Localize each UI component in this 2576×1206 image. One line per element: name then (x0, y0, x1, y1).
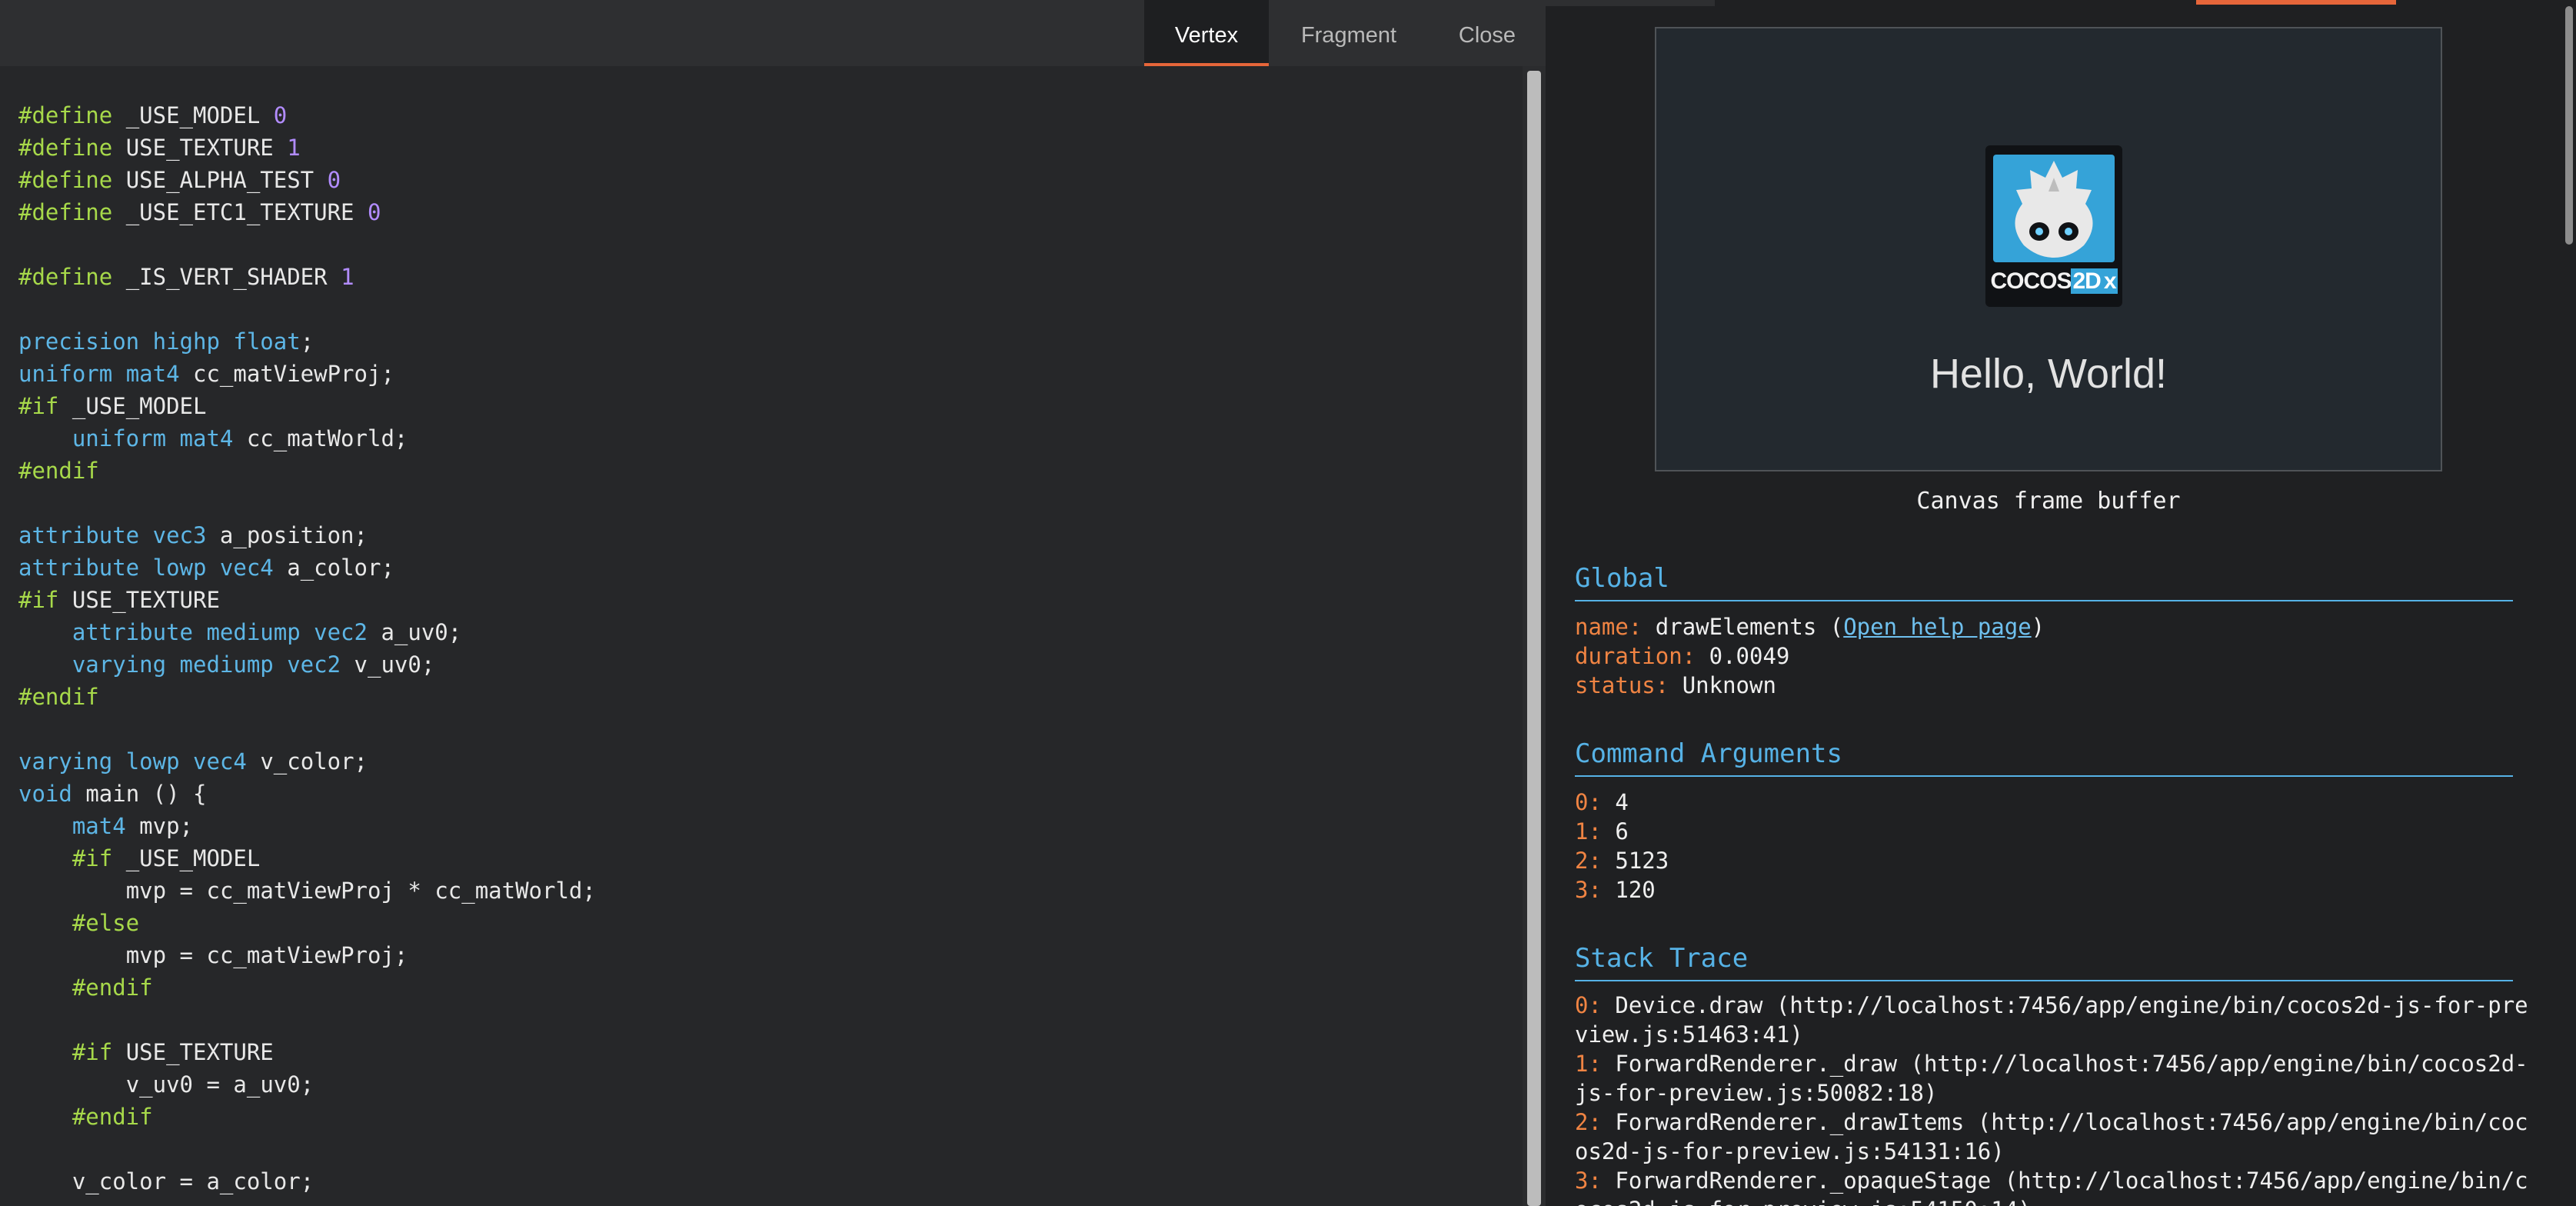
code-line: uniform mat4 cc_matWorld; (72, 425, 408, 451)
code-line: mat4 mvp; (72, 813, 194, 839)
stack-frame-text: ForwardRenderer._drawItems (http://local… (1575, 1109, 2528, 1164)
global-status-row: status: Unknown (1575, 671, 2528, 700)
status-value: Unknown (1682, 672, 1776, 698)
top-strip-segment (1546, 0, 1715, 6)
code-line: mvp = cc_matViewProj * cc_matWorld; (125, 878, 596, 904)
stack-frame-index: 3: (1575, 1168, 1602, 1194)
stack-frame-index: 1: (1575, 1051, 1602, 1077)
cocos-logo: COCOS2D x (1985, 145, 2122, 307)
cocos-mascot-icon (2015, 161, 2093, 258)
inspector-top-strip (1546, 0, 2576, 6)
argument-row: 2: 5123 (1575, 846, 2528, 875)
argument-value: 5123 (1615, 848, 1669, 874)
code-line: v_color = a_color; (72, 1168, 315, 1194)
code-line: #define _USE_MODEL 0 (18, 102, 288, 128)
top-strip-active-indicator (2196, 0, 2396, 5)
argument-index: 1: (1575, 818, 1602, 845)
global-duration-row: duration: 0.0049 (1575, 641, 2528, 671)
inspector-scrollbar[interactable] (2562, 0, 2576, 1206)
shader-source-code[interactable]: #define _USE_MODEL 0 #define USE_TEXTURE … (18, 99, 596, 1198)
code-line: #else (72, 910, 140, 936)
code-line: #define _USE_ETC1_TEXTURE 0 (18, 199, 381, 225)
code-line: #if _USE_MODEL (72, 845, 261, 871)
global-name-row: name: drawElements (Open help page) (1575, 614, 2045, 640)
code-line: #if USE_TEXTURE (72, 1039, 274, 1065)
stack-frame: 0: Device.draw (http://localhost:7456/ap… (1575, 991, 2528, 1049)
code-line: uniform mat4 cc_matViewProj; (18, 361, 394, 387)
argument-index: 2: (1575, 848, 1602, 874)
argument-value: 120 (1615, 877, 1656, 903)
argument-value: 6 (1615, 818, 1629, 845)
code-line: mvp = cc_matViewProj; (125, 942, 408, 968)
code-line: #endif (18, 684, 99, 710)
name-value: drawElements (1655, 614, 1817, 640)
frame-buffer-preview: COCOS2D x Hello, World! (1655, 27, 2442, 471)
open-help-page-link[interactable]: Open help page (1843, 614, 2031, 640)
argument-value: 4 (1615, 789, 1629, 815)
code-line: varying lowp vec4 v_color; (18, 748, 368, 775)
duration-key: duration: (1575, 643, 1696, 669)
argument-row: 3: 120 (1575, 875, 2528, 904)
hello-world-text: Hello, World! (1929, 351, 2168, 397)
inspector-panel: COCOS2D x Hello, World! Canvas frame buff… (1546, 0, 2576, 1206)
code-line: #define USE_TEXTURE 1 (18, 135, 301, 161)
shader-editor: Vertex Fragment Close #define _USE_MODEL… (0, 0, 1546, 1206)
code-line: precision highp float; (18, 328, 315, 355)
shader-tab-bar: Vertex Fragment Close (0, 0, 1546, 66)
stack-frame: 3: ForwardRenderer._opaqueStage (http://… (1575, 1166, 2528, 1206)
cocos-logo-wordmark: COCOS2D x (1985, 268, 2122, 295)
code-line: #define USE_ALPHA_TEST 0 (18, 167, 341, 193)
tab-fragment[interactable]: Fragment (1280, 0, 1418, 66)
preview-caption: Canvas frame buffer (1916, 488, 2181, 515)
stack-trace-list: 0: Device.draw (http://localhost:7456/ap… (1575, 991, 2528, 1206)
code-line: #endif (72, 1104, 153, 1130)
argument-row: 0: 4 (1575, 788, 2528, 817)
stack-frame-text: ForwardRenderer._draw (http://localhost:… (1575, 1051, 2528, 1106)
argument-row: 1: 6 (1575, 817, 2528, 846)
code-line: attribute vec3 a_position; (18, 522, 368, 548)
code-line: #endif (18, 458, 99, 484)
code-line: attribute lowp vec4 a_color; (18, 555, 394, 581)
command-arguments-title: Command Arguments (1575, 738, 2513, 777)
stack-trace-title: Stack Trace (1575, 943, 2513, 981)
code-line: varying mediump vec2 v_uv0; (72, 651, 435, 678)
logo-text-cocos: COCOS (1990, 268, 2072, 294)
name-key: name: (1575, 614, 1642, 640)
code-line: attribute mediump vec2 a_uv0; (72, 619, 462, 645)
duration-value: 0.0049 (1709, 643, 1790, 669)
code-line: void main () { (18, 781, 207, 807)
stack-frame-text: ForwardRenderer._opaqueStage (http://loc… (1575, 1168, 2528, 1206)
code-line: #endif (72, 974, 153, 1001)
global-section-title: Global (1575, 563, 2513, 601)
stack-frame: 2: ForwardRenderer._drawItems (http://lo… (1575, 1108, 2528, 1166)
stack-frame-index: 0: (1575, 992, 1602, 1018)
close-button[interactable]: Close (1426, 0, 1549, 66)
cocos-logo-emblem (1993, 155, 2115, 262)
code-line: #if USE_TEXTURE (18, 587, 220, 613)
stack-frame-text: Device.draw (http://localhost:7456/app/e… (1575, 992, 2528, 1048)
tab-vertex[interactable]: Vertex (1144, 0, 1269, 66)
code-line: #if _USE_MODEL (18, 393, 207, 419)
inspector-scrollbar-thumb[interactable] (2565, 6, 2573, 245)
argument-index: 0: (1575, 789, 1602, 815)
logo-text-x: x (2102, 268, 2118, 294)
code-line: #define _IS_VERT_SHADER 1 (18, 264, 354, 290)
code-line: v_uv0 = a_uv0; (125, 1071, 315, 1098)
status-key: status: (1575, 672, 1669, 698)
logo-text-2d: 2D (2071, 268, 2102, 294)
stack-frame: 1: ForwardRenderer._draw (http://localho… (1575, 1049, 2528, 1108)
editor-scrollbar-thumb[interactable] (1527, 71, 1541, 1206)
stack-frame-index: 2: (1575, 1109, 1602, 1135)
argument-index: 3: (1575, 877, 1602, 903)
